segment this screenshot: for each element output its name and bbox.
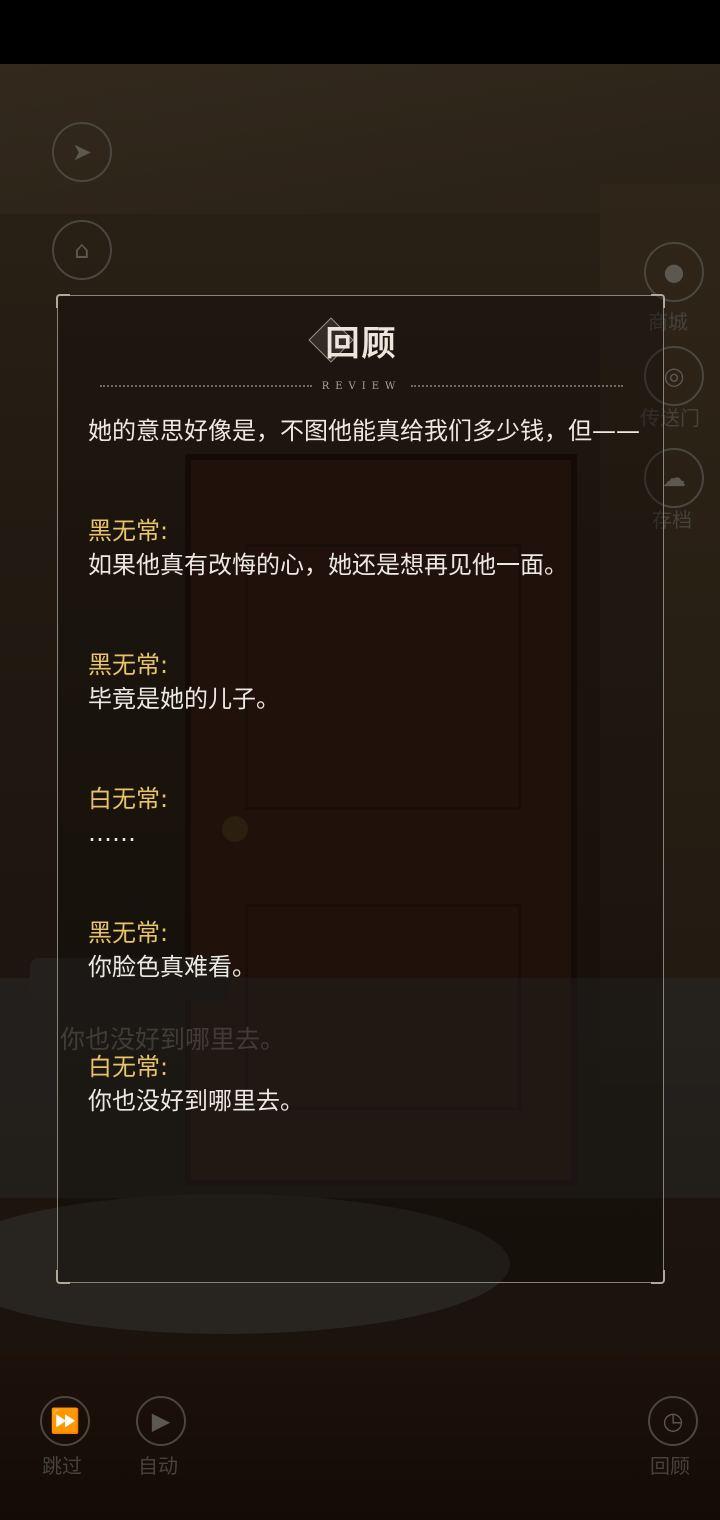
entry-text: 毕竟是她的儿子。 (88, 685, 280, 713)
skip-label: 跳过 (42, 1454, 82, 1478)
auto-button[interactable]: ▶ (136, 1396, 186, 1446)
auto-label: 自动 (138, 1454, 178, 1478)
entry-speaker: 白无常: (88, 785, 169, 813)
entry-speaker: 黑无常: (88, 517, 169, 545)
review-entry: 黑无常: 如果他真有改悔的心，她还是想再见他一面。 (88, 514, 648, 582)
entry-speaker: 黑无常: (88, 919, 169, 947)
review-entry: 白无常: …… (88, 782, 648, 850)
avatar-icon: ● (663, 258, 685, 286)
entry-text: 你也没好到哪里去。 (88, 1087, 304, 1115)
entry-text: …… (88, 819, 136, 847)
review-list[interactable]: 她的意思好像是，不图他能真给我们多少钱，但—— 黑无常: 如果他真有改悔的心，她… (88, 414, 648, 1118)
entry-speaker: 黑无常: (88, 651, 169, 679)
corner-ornament (56, 294, 70, 308)
mall-button[interactable]: ● (644, 242, 704, 302)
review-panel[interactable]: 回顾 REVIEW 她的意思好像是，不图他能真给我们多少钱，但—— 黑无常: 如… (56, 294, 665, 1284)
corner-ornament (56, 1270, 70, 1284)
review-entry: 黑无常: 毕竟是她的儿子。 (88, 648, 648, 716)
cloud-icon: ☁ (662, 464, 686, 492)
review-button[interactable]: ◷ (648, 1396, 698, 1446)
play-icon: ▶ (151, 1407, 171, 1435)
portal-icon: ◎ (663, 362, 685, 390)
entry-speaker: 白无常: (88, 1053, 169, 1081)
back-button[interactable]: ➤ (52, 122, 112, 182)
corner-ornament (651, 294, 665, 308)
back-arrow-icon: ➤ (71, 138, 93, 166)
corner-ornament (651, 1270, 665, 1284)
review-subtitle: REVIEW (321, 380, 402, 392)
home-button[interactable]: ⌂ (52, 220, 112, 280)
divider (411, 385, 623, 387)
skip-button[interactable]: ⏩ (40, 1396, 90, 1446)
home-icon: ⌂ (74, 236, 90, 264)
review-entry: 黑无常: 你脸色真难看。 (88, 916, 648, 984)
entry-text: 她的意思好像是，不图他能真给我们多少钱，但—— (88, 417, 640, 445)
clock-icon: ◷ (662, 1407, 684, 1435)
floor (0, 1354, 720, 1520)
review-title: 回顾 (325, 324, 398, 364)
entry-text: 如果他真有改悔的心，她还是想再见他一面。 (88, 551, 568, 579)
review-entry: 白无常: 你也没好到哪里去。 (88, 1050, 648, 1118)
divider (100, 385, 312, 387)
entry-text: 你脸色真难看。 (88, 953, 256, 981)
status-bar (0, 0, 720, 64)
fast-forward-icon: ⏩ (50, 1407, 80, 1435)
review-entry: 她的意思好像是，不图他能真给我们多少钱，但—— (88, 414, 648, 448)
review-label: 回顾 (650, 1454, 690, 1478)
